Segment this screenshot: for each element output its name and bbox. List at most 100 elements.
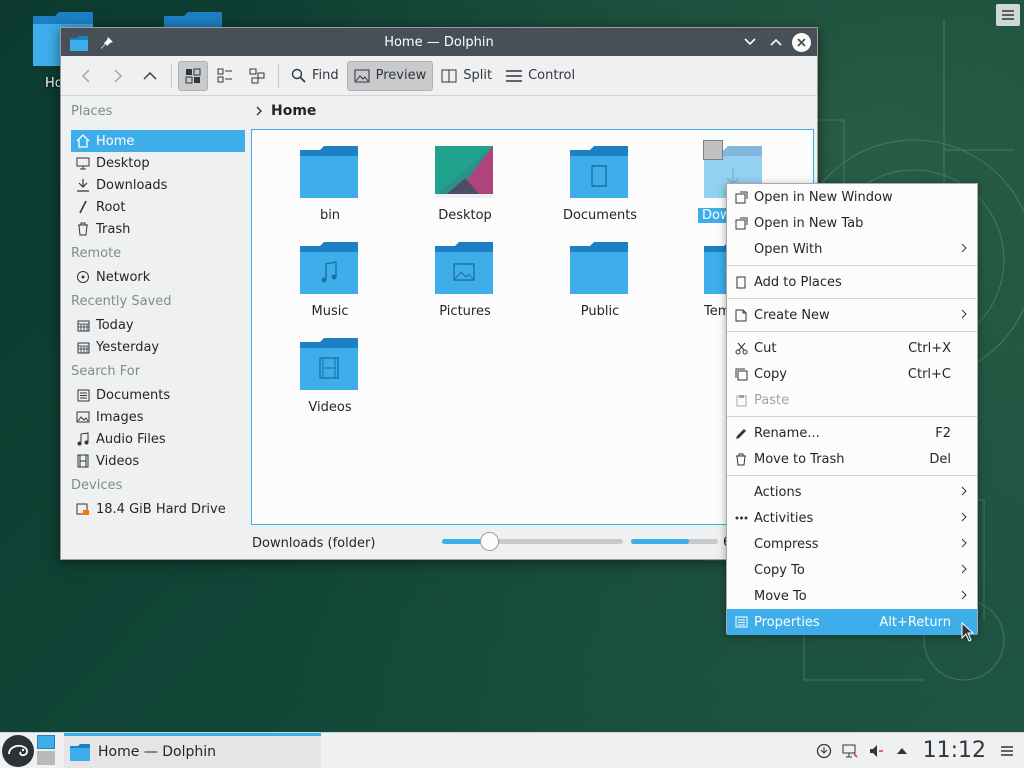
menu-add-to-places[interactable]: Add to Places — [727, 269, 977, 295]
virtual-desktop-pager[interactable] — [37, 735, 57, 767]
arrow-up-icon — [143, 71, 157, 79]
places-item-documents[interactable]: Documents — [71, 384, 245, 406]
pictures-folder-icon — [435, 242, 493, 294]
menu-copy-to[interactable]: Copy To — [727, 557, 977, 583]
menu-label: Open in New Tab — [754, 215, 864, 231]
task-dolphin[interactable]: Home — Dolphin — [64, 733, 321, 768]
digital-clock[interactable]: 11:12 — [919, 738, 990, 763]
menu-cut[interactable]: Cut Ctrl+X — [727, 335, 977, 361]
places-item-audio[interactable]: Audio Files — [71, 428, 245, 450]
split-button[interactable]: Split — [435, 61, 498, 91]
mouse-cursor-icon — [961, 622, 975, 642]
menu-label: Properties — [754, 614, 820, 630]
places-item-label: Audio Files — [96, 431, 166, 447]
main-toolbar: Find Preview Split Control — [61, 56, 817, 96]
new-file-icon — [734, 308, 748, 322]
places-item-today[interactable]: Today — [71, 314, 245, 336]
toolbar-separator — [171, 63, 172, 88]
menu-shortcut: F2 — [935, 425, 951, 441]
calendar-icon — [76, 318, 90, 332]
places-item-label: Yesterday — [96, 339, 160, 355]
menu-open-new-window[interactable]: Open in New Window — [727, 184, 977, 210]
volume-muted-icon[interactable] — [867, 742, 885, 760]
image-icon — [354, 69, 370, 82]
file-item[interactable]: Desktop — [405, 130, 525, 223]
preview-button[interactable]: Preview — [346, 60, 434, 91]
menu-rename[interactable]: Rename... F2 — [727, 420, 977, 446]
menu-compress[interactable]: Compress — [727, 531, 977, 557]
places-item-videos[interactable]: Videos — [71, 450, 245, 472]
zoom-slider[interactable] — [442, 532, 623, 551]
scissors-icon — [734, 341, 748, 355]
title-bar[interactable]: Home — Dolphin — [61, 28, 817, 56]
breadcrumb[interactable]: Home — [251, 96, 818, 126]
close-button[interactable] — [792, 32, 811, 52]
places-item-root[interactable]: Root — [71, 196, 245, 218]
network-icon — [76, 270, 90, 284]
places-item-network[interactable]: Network — [71, 266, 245, 288]
selection-toggle-icon[interactable] — [703, 140, 723, 160]
compact-view-button[interactable] — [210, 61, 240, 91]
icons-view-button[interactable] — [178, 60, 208, 91]
menu-properties[interactable]: Properties Alt+Return — [727, 609, 977, 635]
menu-separator — [727, 295, 977, 302]
places-item-home[interactable]: Home — [71, 130, 245, 152]
desktop-toolbox-button[interactable] — [996, 4, 1020, 26]
copy-icon — [734, 367, 748, 381]
control-button[interactable]: Control — [500, 61, 581, 91]
places-item-downloads[interactable]: Downloads — [71, 174, 245, 196]
zoom-slider-handle[interactable] — [480, 532, 500, 551]
menu-paste[interactable]: Paste — [727, 387, 977, 413]
file-item[interactable]: bin — [270, 130, 390, 223]
application-launcher-button[interactable] — [2, 735, 34, 767]
places-item-yesterday[interactable]: Yesterday — [71, 336, 245, 358]
menu-move-to-trash[interactable]: Move to Trash Del — [727, 446, 977, 472]
menu-actions[interactable]: Actions — [727, 479, 977, 505]
file-item[interactable]: Pictures — [405, 226, 525, 319]
submenu-arrow-icon — [961, 242, 967, 256]
menu-move-to[interactable]: Move To — [727, 583, 977, 609]
free-space-bar[interactable] — [631, 539, 718, 544]
file-item[interactable]: Videos — [270, 322, 390, 415]
file-item[interactable]: Music — [270, 226, 390, 319]
submenu-arrow-icon — [961, 563, 967, 577]
menu-label: Copy To — [754, 562, 805, 578]
opensuse-logo-icon — [8, 744, 28, 757]
desktop-2[interactable] — [37, 751, 55, 765]
find-button[interactable]: Find — [285, 61, 345, 91]
places-item-desktop[interactable]: Desktop — [71, 152, 245, 174]
details-view-button[interactable] — [242, 61, 272, 91]
back-button[interactable] — [71, 61, 101, 91]
forward-button[interactable] — [103, 61, 133, 91]
panel-menu-icon[interactable] — [998, 742, 1016, 760]
properties-icon — [734, 615, 748, 629]
up-button[interactable] — [135, 61, 165, 91]
folder-icon — [570, 242, 628, 294]
desktop-1[interactable] — [37, 735, 55, 749]
minimize-button[interactable] — [740, 32, 760, 52]
update-notifier-icon[interactable] — [815, 742, 833, 760]
places-item-trash[interactable]: Trash — [71, 218, 245, 240]
breadcrumb-current[interactable]: Home — [271, 103, 316, 119]
tray-expand-arrow-icon[interactable] — [893, 742, 911, 760]
menu-create-new[interactable]: Create New — [727, 302, 977, 328]
menu-activities[interactable]: Activities — [727, 505, 977, 531]
menu-open-with[interactable]: Open With — [727, 236, 977, 262]
menu-copy[interactable]: Copy Ctrl+C — [727, 361, 977, 387]
hard-drive-icon — [76, 502, 90, 516]
network-wired-icon[interactable] — [841, 742, 859, 760]
places-item-label: 18.4 GiB Hard Drive — [96, 501, 226, 517]
file-item[interactable]: Public — [540, 226, 660, 319]
places-item-label: Images — [96, 409, 144, 425]
file-label: Music — [311, 304, 349, 319]
recent-group-header: Recently Saved — [71, 294, 172, 309]
places-item-images[interactable]: Images — [71, 406, 245, 428]
menu-open-new-tab[interactable]: Open in New Tab — [727, 210, 977, 236]
places-item-hard-drive[interactable]: 18.4 GiB Hard Drive — [71, 498, 245, 520]
menu-separator — [727, 328, 977, 335]
menu-shortcut: Ctrl+C — [907, 366, 951, 382]
file-item[interactable]: Documents — [540, 130, 660, 223]
maximize-button[interactable] — [766, 32, 786, 52]
close-icon — [797, 37, 806, 47]
home-icon — [76, 134, 90, 148]
